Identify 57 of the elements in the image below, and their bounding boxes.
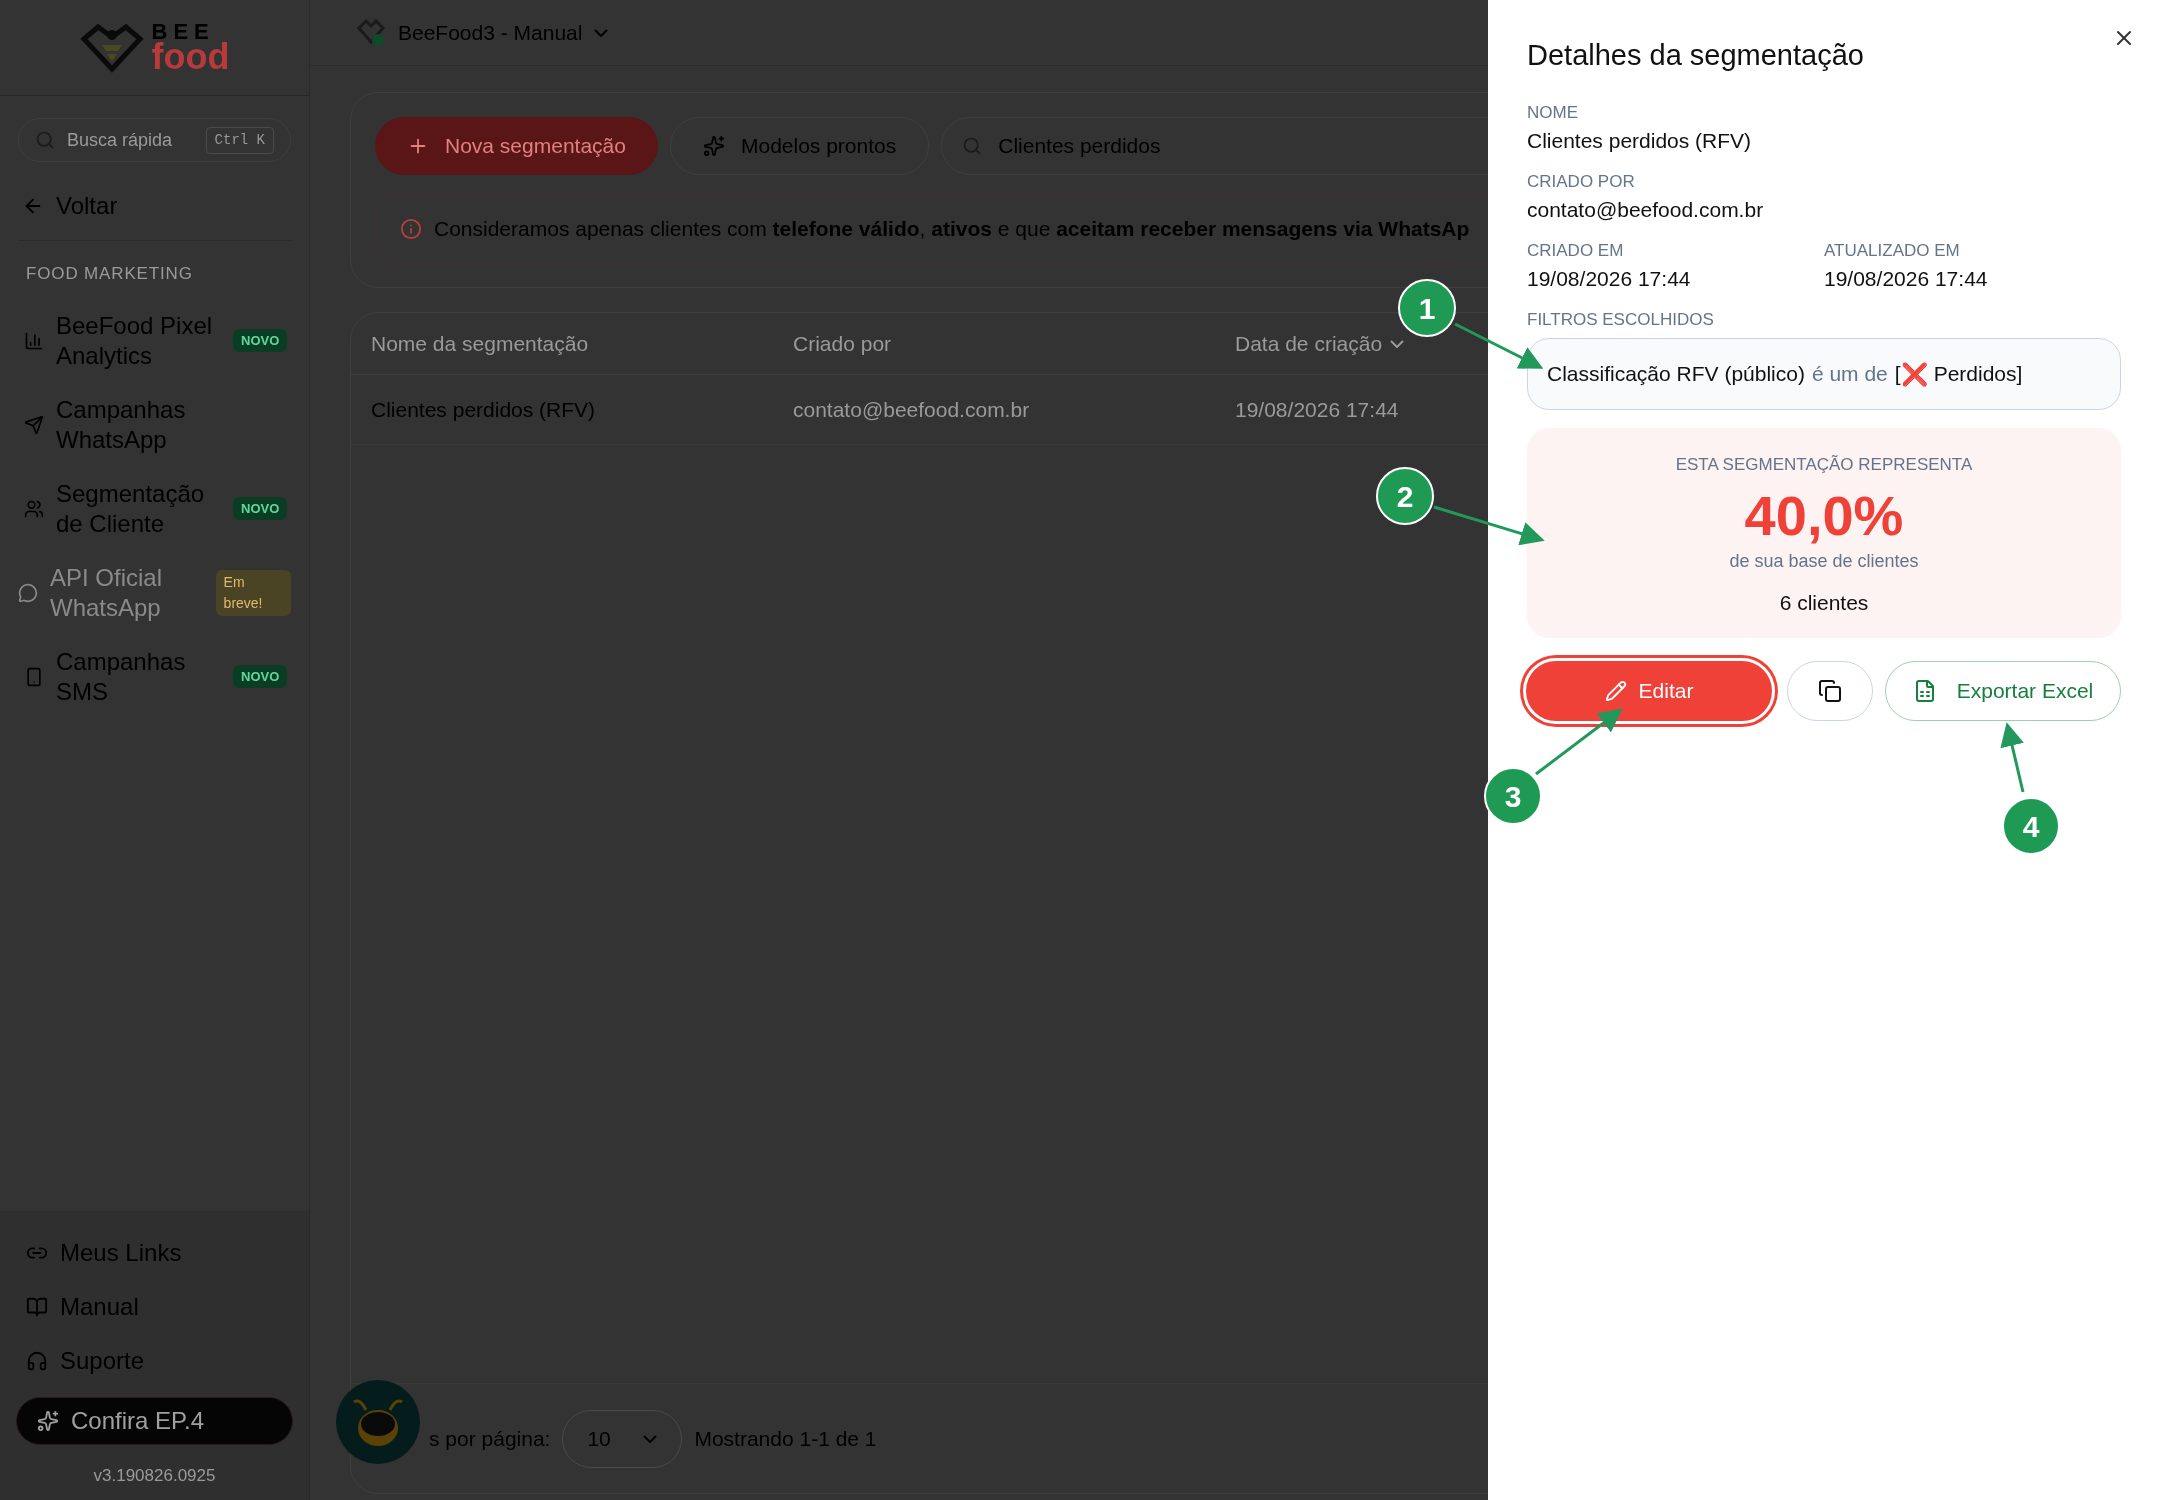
section-heading: FOOD MARKETING <box>25 263 194 285</box>
chevron-down-icon <box>643 1434 658 1443</box>
field-value: Clientes perdidos (RFV) <box>1527 128 1753 154</box>
pencil-icon <box>1604 680 1627 702</box>
filter-bracket: [ <box>1894 361 1901 386</box>
bar-chart-icon <box>24 330 44 351</box>
field-label: ATUALIZADO EM <box>1824 239 1961 262</box>
field-value: 19/08/2026 17:44 <box>1824 266 1989 292</box>
store-logo-icon <box>356 17 386 48</box>
edit-button[interactable]: Editar <box>1523 658 1775 724</box>
stat-label: ESTA SEGMENTAÇÃO REPRESENTA <box>1675 454 1973 476</box>
sort-icon <box>1390 339 1405 348</box>
callout-arrow <box>2000 722 2025 793</box>
table-cell-text: 19/08/2026 17:44 <box>1235 396 1400 423</box>
field-label: FILTROS ESCOLHIDOS <box>1527 308 1715 331</box>
copy-button[interactable] <box>1787 661 1873 721</box>
field-label: NOME <box>1527 101 1579 124</box>
send-icon <box>24 414 44 435</box>
stat-percent: 40,0% <box>1744 483 1904 548</box>
info-icon <box>400 218 422 240</box>
filter-field: Classificação RFV (público) <box>1547 358 1805 390</box>
cross-mark-icon: ❌ <box>1900 357 1928 391</box>
stat-count: 6 clientes <box>1779 589 1869 616</box>
column-header[interactable]: Nome da segmentação <box>371 327 793 360</box>
sidebar-badge: NOVO <box>233 328 288 353</box>
sparkle-icon <box>702 135 725 157</box>
column-header[interactable]: Criado por <box>793 327 1235 360</box>
field-value: contato@beefood.com.br <box>1527 197 1765 223</box>
sidebar-badge: NOVO <box>233 496 288 521</box>
field-value: 19/08/2026 17:44 <box>1527 266 1692 292</box>
stat-caption: de sua base de clientes <box>1729 549 1919 573</box>
headphones-icon <box>26 1349 48 1372</box>
promo-button[interactable]: Confira EP.4 <box>16 1396 293 1445</box>
search-icon <box>962 136 983 156</box>
sidebar-badge: NOVO <box>233 664 288 689</box>
shortcut-key: Ctrl K <box>205 126 274 154</box>
chat-bubble-icon <box>18 582 38 603</box>
logo-icon <box>79 22 144 73</box>
phone-icon <box>24 666 44 687</box>
logo-text: food <box>151 38 230 75</box>
filter-operator: é um de <box>1811 361 1888 388</box>
table-cell-text: contato@beefood.com.br <box>793 396 1031 423</box>
drawer-title: Detalhes da segmentação <box>1527 38 1865 73</box>
field-label: CRIADO EM <box>1527 239 1625 262</box>
users-icon <box>24 498 44 519</box>
version-text: v3.190826.0925 <box>92 1464 217 1487</box>
filter-value: Perdidos] <box>1933 361 2023 388</box>
sidebar-badge: Em breve! <box>215 569 291 616</box>
search-placeholder: Busca rápida <box>67 128 174 152</box>
chevron-down-icon <box>594 28 609 37</box>
book-icon <box>26 1295 48 1318</box>
field-label: CRIADO POR <box>1527 170 1636 193</box>
search-icon <box>35 130 55 150</box>
new-segment-button[interactable]: Nova segmentação <box>375 117 658 175</box>
copy-icon <box>1818 679 1842 703</box>
sidebar-item-label: API Oficial WhatsApp <box>50 562 164 623</box>
sparkle-icon <box>37 1409 59 1432</box>
